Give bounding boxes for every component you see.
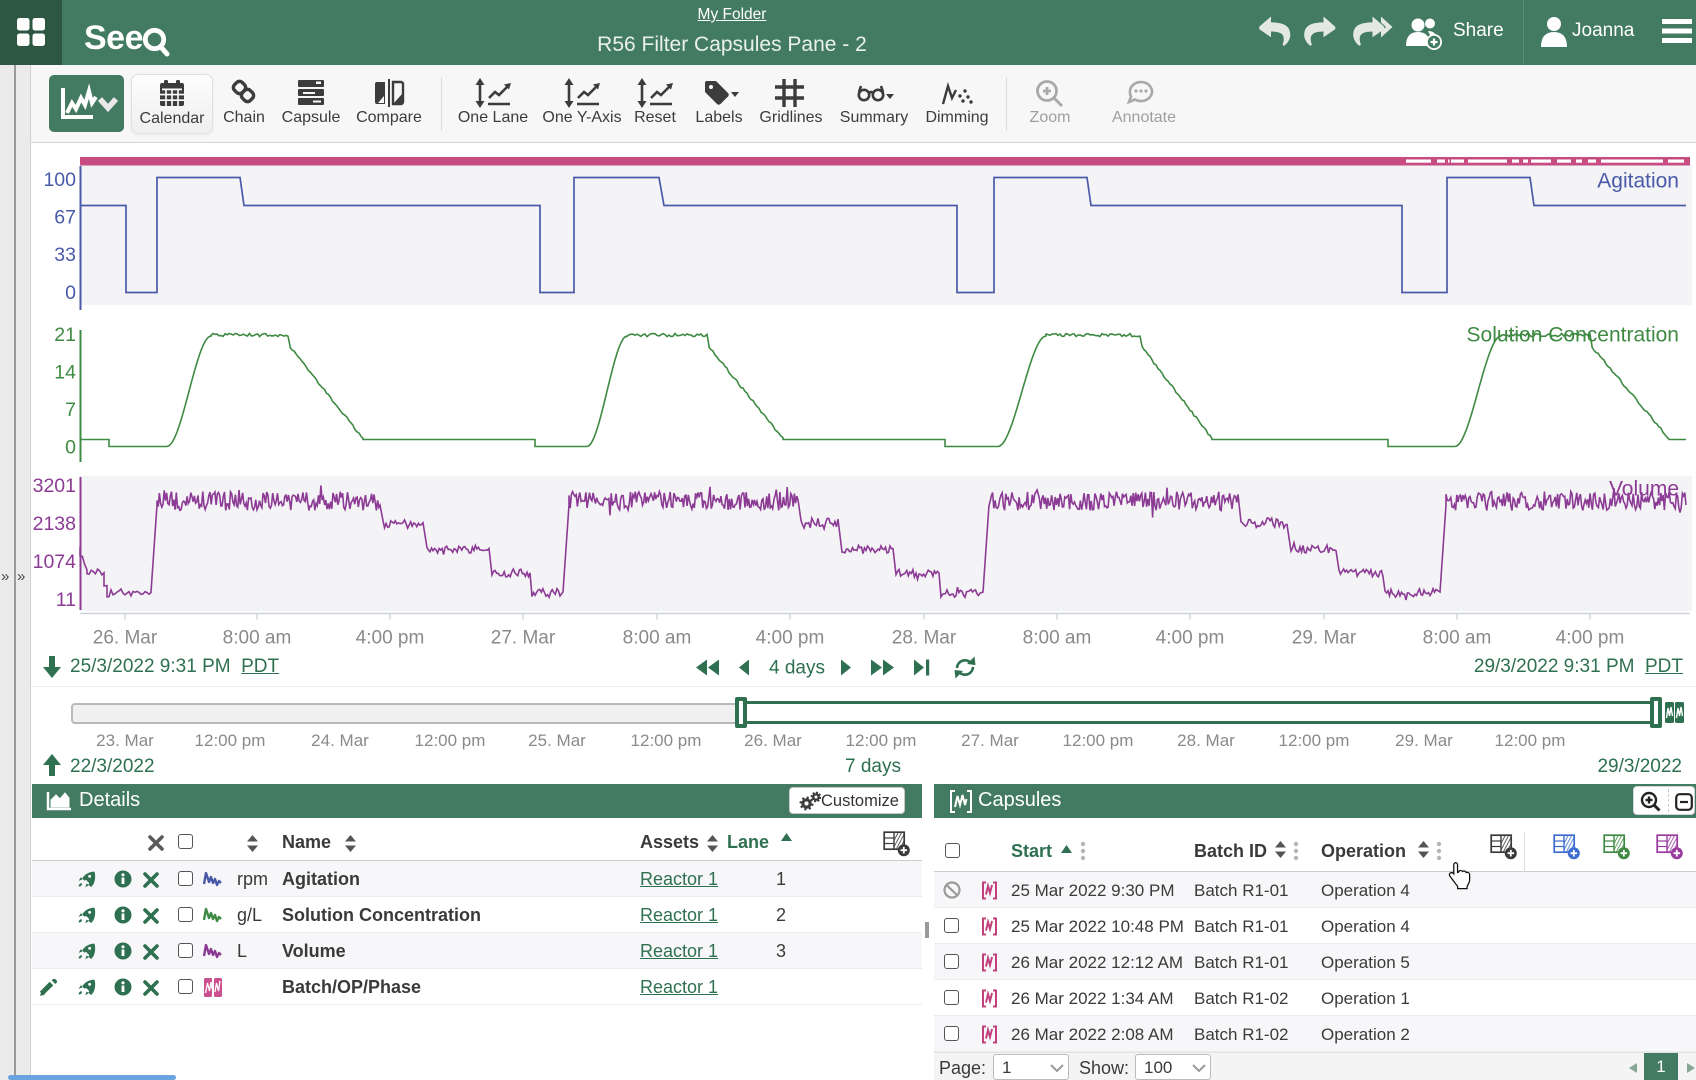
- svg-text:8:00 am: 8:00 am: [1023, 628, 1092, 649]
- svg-text:4:00 pm: 4:00 pm: [1556, 628, 1625, 649]
- svg-text:21: 21: [54, 324, 76, 346]
- svg-text:100: 100: [43, 169, 76, 191]
- svg-text:28. Mar: 28. Mar: [892, 628, 957, 649]
- svg-text:2138: 2138: [33, 513, 76, 535]
- svg-text:67: 67: [54, 207, 76, 229]
- svg-text:26. Mar: 26. Mar: [93, 628, 158, 649]
- svg-text:4 days: 4 days: [769, 658, 825, 679]
- svg-text:8:00 am: 8:00 am: [623, 628, 692, 649]
- svg-text:Agitation: Agitation: [1597, 170, 1679, 193]
- svg-text:29. Mar: 29. Mar: [1292, 628, 1357, 649]
- svg-text:14: 14: [54, 362, 76, 384]
- svg-text:7: 7: [65, 399, 76, 421]
- svg-text:0: 0: [65, 282, 76, 304]
- svg-text:Solution Concentration: Solution Concentration: [1467, 324, 1679, 347]
- svg-text:4:00 pm: 4:00 pm: [356, 628, 425, 649]
- svg-text:4:00 pm: 4:00 pm: [1156, 628, 1225, 649]
- svg-text:3201: 3201: [33, 475, 76, 497]
- svg-text:8:00 am: 8:00 am: [1423, 628, 1492, 649]
- svg-text:11: 11: [56, 589, 76, 611]
- svg-text:27. Mar: 27. Mar: [491, 628, 556, 649]
- svg-text:See: See: [84, 19, 143, 57]
- svg-text:33: 33: [54, 244, 76, 266]
- svg-text:4:00 pm: 4:00 pm: [756, 628, 825, 649]
- svg-text:8:00 am: 8:00 am: [223, 628, 292, 649]
- svg-text:1074: 1074: [33, 551, 77, 573]
- svg-text:Volume: Volume: [1609, 478, 1679, 501]
- svg-text:0: 0: [65, 437, 76, 459]
